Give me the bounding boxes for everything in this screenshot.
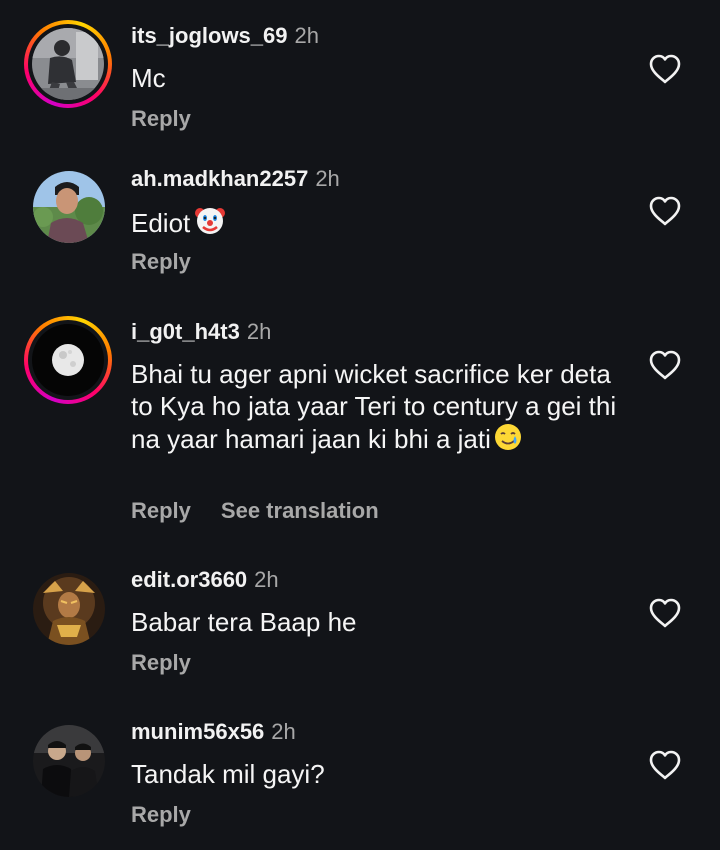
comment-text: Babar tera Baap he (131, 607, 357, 637)
avatar-image (33, 725, 105, 797)
comment-actions: Reply (131, 802, 191, 828)
comment-text: Tandak mil gayi? (131, 759, 325, 789)
see-translation-button[interactable]: See translation (221, 498, 379, 523)
avatar-image (33, 171, 105, 243)
heart-outline-icon[interactable] (648, 349, 682, 381)
comment-text: Mc (131, 63, 166, 93)
heart-outline-icon[interactable] (648, 749, 682, 781)
reply-button[interactable]: Reply (131, 802, 191, 827)
reply-button[interactable]: Reply (131, 650, 191, 675)
comment-actions: Reply (131, 249, 191, 275)
avatar[interactable] (24, 564, 112, 652)
comment-text: Bhai tu ager apni wicket sacrifice ker d… (131, 359, 617, 454)
heart-outline-icon[interactable] (648, 195, 682, 227)
avatar[interactable] (24, 316, 112, 404)
username-link[interactable]: i_g0t_h4t3 (131, 319, 240, 344)
comment-actions: Reply (131, 106, 191, 132)
comment-meta: i_g0t_h4t3 2h (131, 319, 271, 345)
username-link[interactable]: ah.madkhan2257 (131, 166, 308, 191)
comment-meta: edit.or3660 2h (131, 567, 279, 593)
username-link[interactable]: munim56x56 (131, 719, 264, 744)
comment-meta: ah.madkhan2257 2h (131, 166, 340, 192)
avatar-image (32, 324, 104, 396)
clown-face-emoji (195, 208, 226, 234)
timestamp: 2h (246, 319, 272, 344)
comment-actions: Reply See translation (131, 498, 379, 524)
avatar[interactable] (24, 162, 112, 250)
comment-text: Ediot (131, 204, 631, 239)
username-link[interactable]: its_joglows_69 (131, 23, 288, 48)
smiling-face-with-tear-emoji (494, 424, 521, 450)
heart-outline-icon[interactable] (648, 597, 682, 629)
avatar[interactable] (24, 20, 112, 108)
comment-meta: munim56x56 2h (131, 719, 296, 745)
avatar-image (33, 573, 105, 645)
reply-button[interactable]: Reply (131, 249, 191, 274)
heart-outline-icon[interactable] (648, 53, 682, 85)
reply-button[interactable]: Reply (131, 498, 191, 523)
timestamp: 2h (294, 23, 319, 48)
comments-list: its_joglows_69 2h Mc Reply ah.madkhan225… (0, 0, 720, 850)
username-link[interactable]: edit.or3660 (131, 567, 247, 592)
timestamp: 2h (271, 719, 296, 744)
comment-meta: its_joglows_69 2h (131, 23, 319, 49)
timestamp: 2h (254, 567, 279, 592)
reply-button[interactable]: Reply (131, 106, 191, 131)
comment-actions: Reply (131, 650, 191, 676)
avatar[interactable] (24, 716, 112, 804)
timestamp: 2h (315, 166, 340, 191)
avatar-image (32, 28, 104, 100)
